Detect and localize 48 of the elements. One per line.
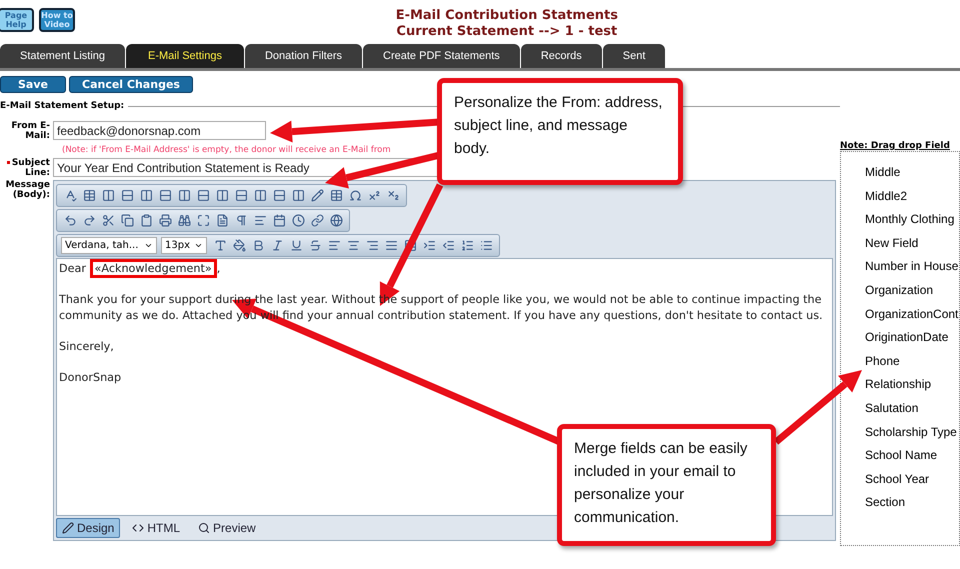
merge-field-item[interactable]: Scholarship Type — [865, 424, 959, 441]
merge-field-item[interactable]: OrganizationCont — [865, 306, 959, 323]
merge-field: «Acknowledgement» — [90, 259, 217, 278]
section-title: E-Mail Statement Setup: — [0, 101, 124, 111]
merge-field-item[interactable]: School Name — [865, 447, 959, 464]
annotation-tooltip: Personalize the From: address, subject line, and message body. — [437, 78, 683, 185]
merge-field-item[interactable]: Number in House — [865, 258, 959, 276]
from-email-field[interactable]: feedback@donorsnap.com — [53, 121, 266, 140]
font-select[interactable]: Verdana, tah... — [61, 237, 157, 254]
message-line: DonorSnap — [59, 370, 122, 385]
tab[interactable]: Sent — [602, 44, 666, 68]
merge-field-item[interactable]: OriginationDate — [865, 329, 959, 346]
merge-field-item[interactable]: Monthly Clothing — [865, 211, 959, 228]
magnifier-icon — [198, 522, 210, 534]
panel-note: Note: Drag drop Field — [840, 141, 951, 151]
annotation-tooltip: Merge fields can be easily included in your email to personalize your communication. — [557, 424, 776, 546]
tab[interactable]: Records — [520, 44, 602, 68]
field-label: Message (Body): — [4, 180, 51, 200]
tab[interactable]: Create PDF Statements — [363, 44, 520, 68]
editor-mode-tab[interactable]: HTML — [126, 518, 186, 538]
merge-field-item[interactable]: Middle — [865, 164, 959, 181]
merge-field-item[interactable]: Salutation — [865, 400, 959, 417]
merge-field-item[interactable]: Relationship — [865, 376, 959, 394]
editor-mode-tab[interactable]: Preview — [192, 518, 262, 538]
pencil-icon — [62, 522, 74, 534]
page-subtitle: Current Statement --> 1 - test — [396, 24, 618, 40]
tab[interactable]: Statement Listing — [0, 44, 125, 68]
page-title: E-Mail Contribution Statments — [396, 8, 618, 24]
tab[interactable]: Donation Filters — [244, 44, 362, 68]
merge-field-item[interactable]: Organization — [865, 282, 959, 299]
action-button[interactable]: Save — [0, 76, 66, 93]
merge-field-item[interactable]: Section — [865, 494, 959, 512]
merge-field-item[interactable]: New Field — [865, 234, 959, 252]
merge-field-item[interactable]: School Year — [865, 470, 959, 488]
dropdown-caret-icon — [144, 241, 153, 250]
code-icon — [132, 522, 144, 534]
field-note: (Note: if 'From E-Mail Address' is empty, the donor will receive an E-Mail from — [62, 145, 391, 155]
editor-mode-tab[interactable]: Design — [56, 518, 120, 538]
greeting-line: Dear «Acknowledgement» , — [59, 261, 220, 276]
merge-field-item[interactable]: Phone — [865, 352, 959, 370]
merge-field-item[interactable]: Middle2 — [865, 188, 959, 205]
field-label: From E-Mail: — [10, 121, 51, 141]
size-select[interactable]: 13px — [161, 237, 207, 254]
dropdown-caret-icon — [194, 241, 203, 250]
action-button[interactable]: Cancel Changes — [69, 76, 193, 93]
field-label: Subject Line: — [0, 158, 53, 178]
message-paragraph: Sincerely, — [59, 338, 114, 354]
tab[interactable]: E-Mail Settings — [126, 44, 244, 68]
